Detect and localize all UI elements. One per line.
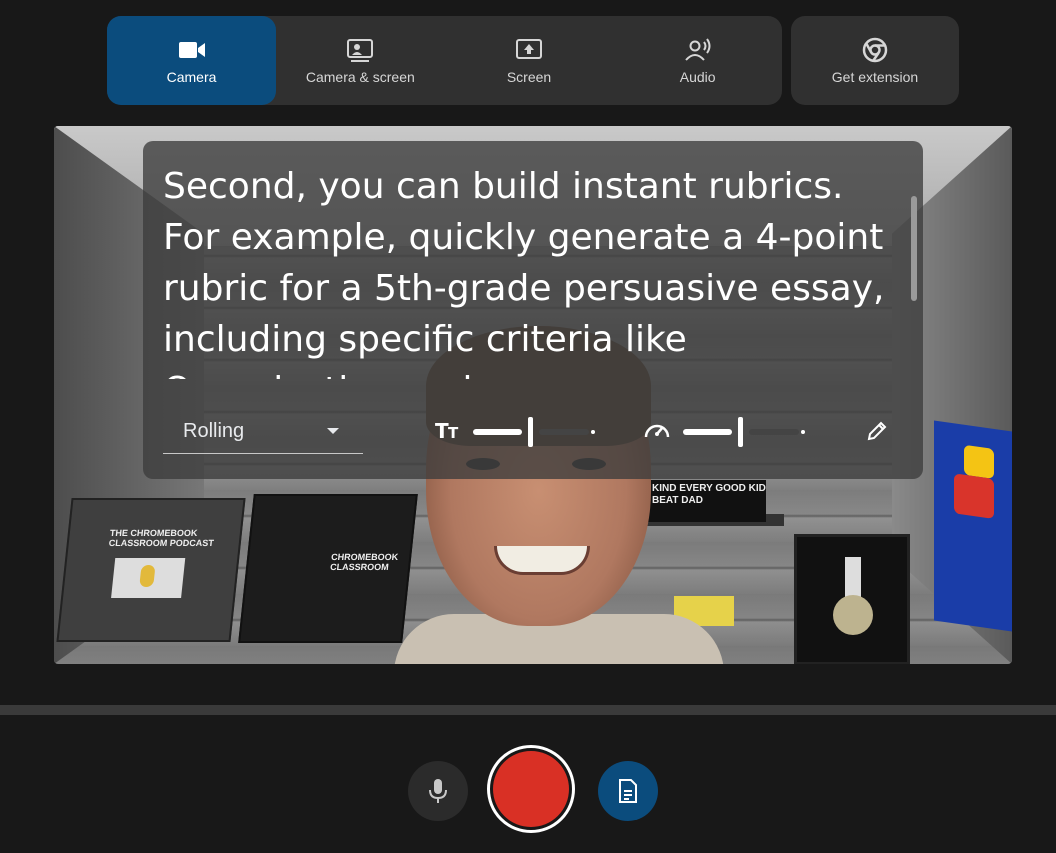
document-icon [619, 779, 637, 803]
record-button[interactable] [487, 745, 575, 833]
scroll-mode-value: Rolling [183, 419, 245, 442]
mode-audio-label: Audio [679, 68, 716, 85]
scroll-speed-slider-end-dot [801, 430, 805, 434]
scroll-speed-slider-thumb[interactable] [738, 417, 743, 447]
medal-frame [794, 534, 910, 664]
pencil-icon[interactable] [865, 419, 889, 443]
mode-camera-button[interactable]: Camera [107, 16, 276, 105]
get-extension-button[interactable]: Get extension [791, 16, 959, 105]
teleprompter-panel: Second, you can build instant rubrics. F… [143, 141, 923, 479]
teleprompter-toggle-button[interactable] [598, 761, 658, 821]
record-icon [493, 751, 569, 827]
mode-camera-label: Camera [166, 68, 217, 85]
podcast-poster-label: THE CHROMEBOOK CLASSROOM PODCAST [108, 528, 215, 548]
mode-screen-button[interactable]: Screen [445, 16, 614, 105]
recording-mode-bar: Camera Camera & screen Screen Audio [107, 16, 782, 105]
text-size-icon: T T [435, 419, 459, 441]
mode-camera-screen-button[interactable]: Camera & screen [276, 16, 445, 105]
speed-icon [644, 424, 670, 438]
puzzle-piece-red [954, 473, 994, 519]
mode-audio-button[interactable]: Audio [613, 16, 782, 105]
podcast-poster: THE CHROMEBOOK CLASSROOM PODCAST [56, 498, 246, 642]
microphone-button[interactable] [408, 761, 468, 821]
get-extension-label: Get extension [831, 68, 919, 85]
scroll-speed-slider-fill [683, 429, 732, 435]
scroll-speed-slider-track [749, 429, 799, 435]
mode-screen-label: Screen [506, 68, 552, 85]
chevron-down-icon [327, 428, 339, 434]
wall-sign-label: KIND EVERY GOOD KID BEAT DAD [652, 483, 766, 506]
scroll-mode-dropdown[interactable]: Rolling [163, 409, 363, 454]
medal-ribbon [845, 557, 861, 597]
text-size-slider-fill [473, 429, 522, 435]
medal [833, 595, 873, 635]
present-screen-icon [516, 38, 542, 59]
svg-text:T: T [435, 419, 449, 441]
wall-sign: KIND EVERY GOOD KID BEAT DAD [646, 480, 766, 522]
puzzle-piece-yellow [964, 444, 994, 479]
text-size-slider[interactable] [473, 417, 601, 447]
text-size-slider-thumb[interactable] [528, 417, 533, 447]
teleprompter-text[interactable]: Second, you can build instant rubrics. F… [163, 161, 903, 379]
svg-text:T: T [448, 424, 459, 441]
puzzle-board [934, 420, 1012, 632]
microphone-icon [429, 779, 447, 803]
chrome-icon [862, 37, 888, 62]
text-size-slider-track [539, 429, 589, 435]
divider [0, 705, 1056, 715]
videocam-icon [178, 41, 205, 58]
person-smile [494, 546, 590, 575]
record-voice-icon [684, 37, 711, 61]
scroll-speed-slider[interactable] [683, 417, 811, 447]
camera-screen-icon [347, 38, 374, 62]
text-size-slider-end-dot [591, 430, 595, 434]
mode-camera-screen-label: Camera & screen [305, 68, 415, 85]
chromebook-classroom-poster: CHROMEBOOK CLASSROOM [238, 494, 418, 643]
teleprompter-scrollbar[interactable] [911, 196, 917, 301]
chromebook-poster-label: CHROMEBOOK CLASSROOM [329, 552, 399, 572]
